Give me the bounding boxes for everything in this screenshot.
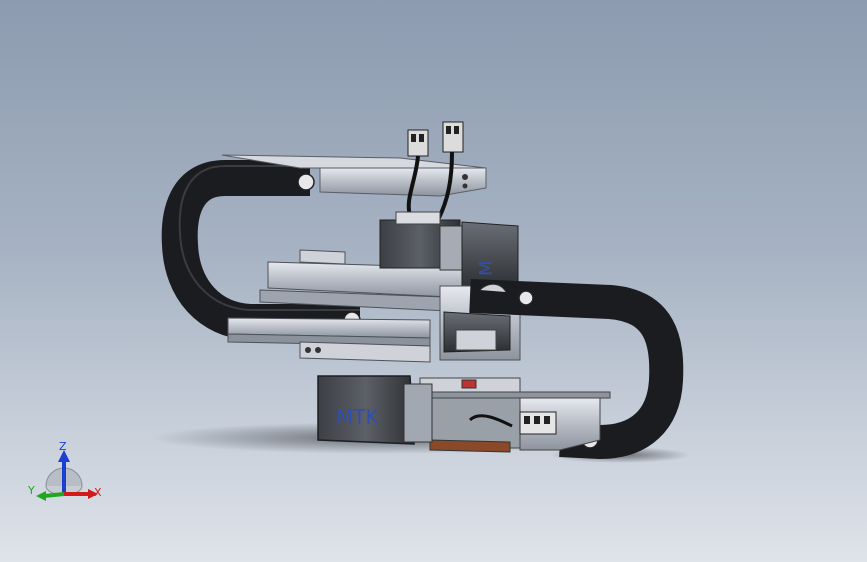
graphics-viewport[interactable]: M MTK Z X Y: [0, 0, 867, 562]
linear-rail-left[interactable]: [227, 317, 431, 363]
triad-graphic: Z X Y: [27, 440, 102, 501]
top-bracket[interactable]: [319, 167, 487, 197]
motor-brand-label: MTK: [336, 405, 379, 429]
axis-y-label: Y: [28, 484, 35, 497]
base-plate[interactable]: [419, 377, 611, 453]
orientation-triad[interactable]: Z X Y: [27, 438, 108, 508]
servo-motor-lower[interactable]: MTK: [317, 375, 433, 445]
axis-x-label: X: [94, 486, 102, 499]
side-motor-label: M: [476, 260, 497, 276]
axis-z-label: Z: [59, 440, 67, 453]
model-scene[interactable]: M MTK: [0, 0, 867, 562]
